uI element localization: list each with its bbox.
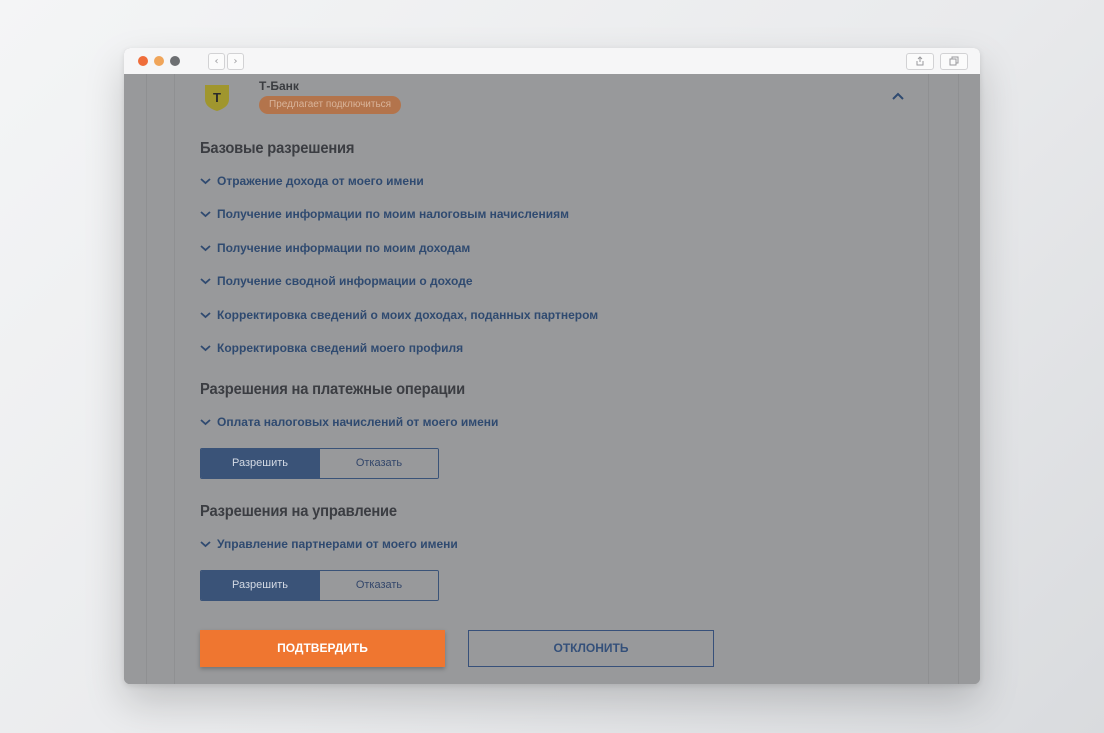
permission-label: Получение сводной информации о доходе — [217, 274, 473, 288]
permission-item[interactable]: Получение информации по моим налоговым н… — [200, 206, 569, 222]
permission-item[interactable]: Оплата налоговых начислений от моего име… — [200, 414, 498, 430]
chevron-up-icon[interactable] — [890, 90, 906, 102]
bank-name: Т-Банк — [259, 79, 299, 93]
divider — [928, 74, 929, 684]
divider — [146, 74, 147, 684]
deny-option[interactable]: Отказать — [319, 449, 438, 478]
allow-option[interactable]: Разрешить — [201, 449, 319, 478]
allow-option[interactable]: Разрешить — [201, 571, 319, 600]
back-button[interactable]: ‹ — [208, 53, 225, 70]
share-button[interactable] — [906, 53, 934, 70]
chevron-down-icon — [200, 178, 211, 185]
divider — [958, 74, 959, 684]
divider — [174, 74, 175, 684]
title-bar: ‹ › — [124, 48, 980, 75]
deny-option[interactable]: Отказать — [319, 571, 438, 600]
page-content: Т Т-Банк Предлагает подключиться Базовые… — [124, 74, 980, 684]
permission-label: Корректировка сведений моего профиля — [217, 341, 464, 355]
payments-permission-toggle: Разрешить Отказать — [200, 448, 439, 479]
permission-item[interactable]: Получение информации по моим доходам — [200, 240, 470, 256]
reject-button[interactable]: ОТКЛОНИТЬ — [468, 630, 714, 667]
svg-text:Т: Т — [213, 90, 221, 105]
bank-logo: Т — [205, 85, 229, 111]
management-permission-toggle: Разрешить Отказать — [200, 570, 439, 601]
forward-button[interactable]: › — [227, 53, 244, 70]
chevron-down-icon — [200, 312, 211, 319]
permission-label: Корректировка сведений о моих доходах, п… — [217, 308, 599, 322]
chevron-down-icon — [200, 211, 211, 218]
permission-item[interactable]: Управление партнерами от моего имени — [200, 536, 458, 552]
permission-label: Оплата налоговых начислений от моего име… — [217, 415, 499, 429]
permission-label: Получение информации по моим доходам — [217, 241, 471, 255]
permission-item[interactable]: Отражение дохода от моего имени — [200, 173, 424, 189]
section-title-payments: Разрешения на платежные операции — [200, 381, 466, 398]
close-window-button[interactable] — [138, 56, 148, 66]
chevron-down-icon — [200, 419, 211, 426]
chevron-down-icon — [200, 278, 211, 285]
chevron-down-icon — [200, 245, 211, 252]
permission-item[interactable]: Получение сводной информации о доходе — [200, 273, 473, 289]
tabs-overview-button[interactable] — [940, 53, 968, 70]
status-badge: Предлагает подключиться — [259, 96, 402, 114]
permission-label: Отражение дохода от моего имени — [217, 174, 424, 188]
minimize-window-button[interactable] — [154, 56, 164, 66]
permission-item[interactable]: Корректировка сведений моего профиля — [200, 340, 463, 356]
chevron-down-icon — [200, 541, 211, 548]
browser-window: ‹ › Т Т-Банк Предлагает подключиться Баз — [124, 48, 980, 684]
maximize-window-button[interactable] — [170, 56, 180, 66]
section-title-management: Разрешения на управление — [200, 503, 397, 520]
permission-label: Управление партнерами от моего имени — [217, 537, 458, 551]
permission-item[interactable]: Корректировка сведений о моих доходах, п… — [200, 307, 598, 323]
share-icon — [916, 56, 924, 66]
chevron-down-icon — [200, 345, 211, 352]
tabs-icon — [949, 56, 959, 66]
section-title-base: Базовые разрешения — [200, 140, 355, 157]
permission-label: Получение информации по моим налоговым н… — [217, 207, 569, 221]
confirm-button[interactable]: ПОДТВЕРДИТЬ — [200, 630, 445, 667]
